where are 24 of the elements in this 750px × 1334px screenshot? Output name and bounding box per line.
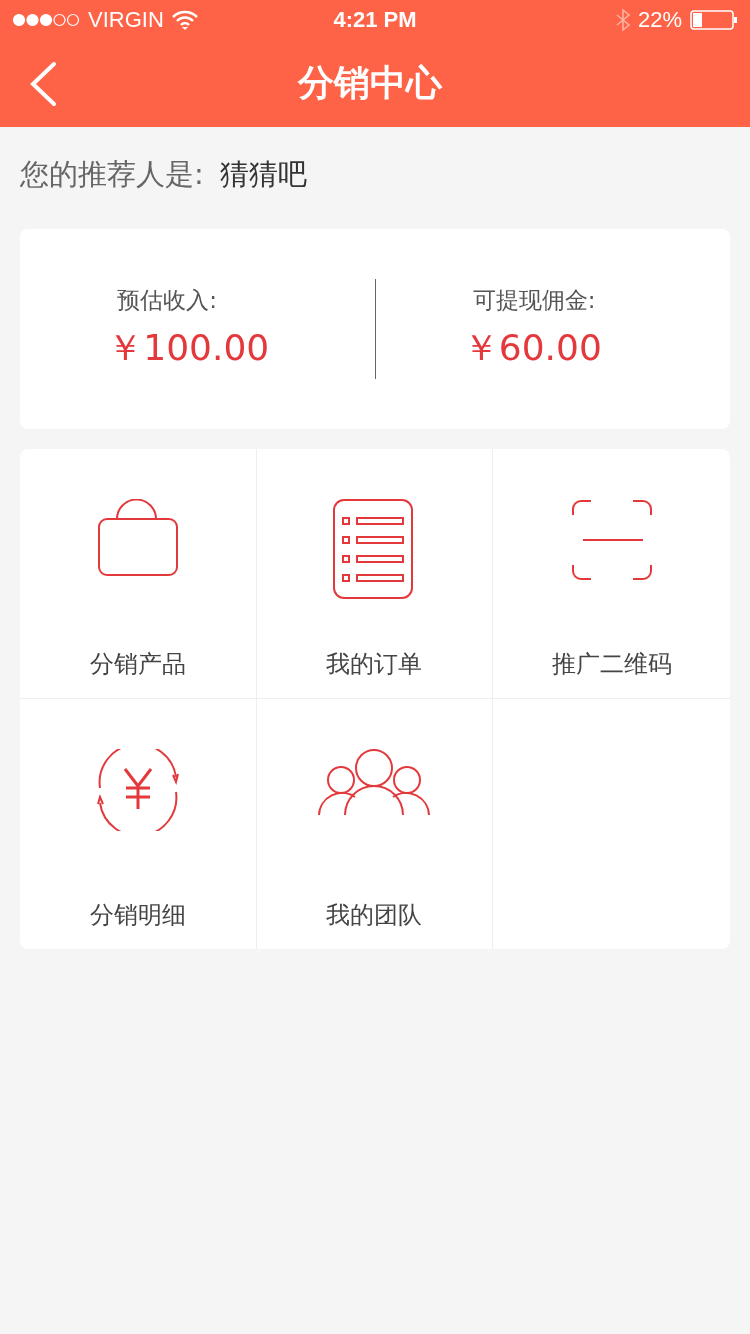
carrier-name: VIRGIN xyxy=(88,7,164,33)
list-icon xyxy=(333,499,416,599)
earnings-amount: ￥60.00 xyxy=(462,326,603,370)
earnings-amount: ￥100.00 xyxy=(107,326,268,370)
menu-item[interactable]: 我的订单 xyxy=(256,449,494,699)
menu-item[interactable]: 推广二维码 xyxy=(493,449,730,699)
menu-item[interactable]: 分销明细 xyxy=(20,699,257,949)
team-icon xyxy=(318,749,431,817)
referrer-label: 您的推荐人是: xyxy=(20,156,204,193)
earnings-label: 预估收入: xyxy=(117,286,218,315)
battery-percent: 22% xyxy=(637,7,682,33)
battery-icon xyxy=(690,10,738,30)
menu-item[interactable]: 我的团队 xyxy=(256,699,494,949)
yuan-refresh-icon xyxy=(94,749,181,831)
referrer-name: 猜猜吧 xyxy=(219,156,307,193)
page-title: 分销中心 xyxy=(297,61,443,105)
earnings-label: 可提现佣金: xyxy=(472,286,597,315)
bag-icon xyxy=(96,499,179,577)
scan-icon xyxy=(570,499,653,581)
wifi-icon xyxy=(171,10,198,30)
status-time: 4:21 PM xyxy=(333,7,417,33)
bluetooth-icon xyxy=(615,8,630,32)
signal-icon xyxy=(12,13,80,27)
menu-item[interactable]: 分销产品 xyxy=(20,449,257,699)
